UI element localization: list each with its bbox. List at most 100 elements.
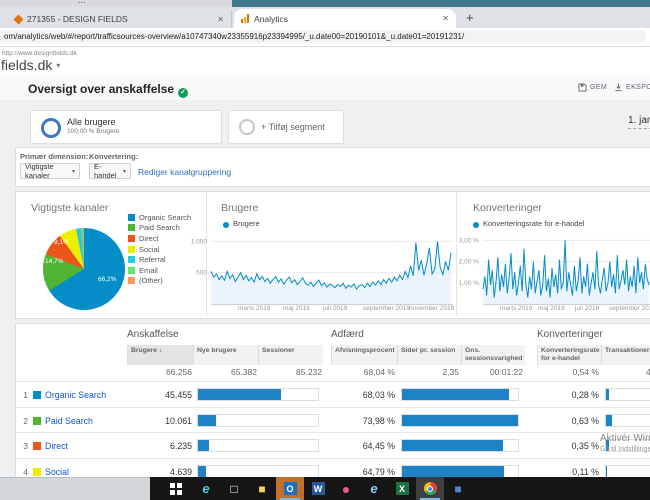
column-header-conversion-rate[interactable]: Konverteringsrate for e-handel [537, 345, 601, 365]
legend-color-swatch [128, 235, 135, 242]
close-tab-icon[interactable]: ✕ [442, 14, 449, 23]
outlook-icon[interactable]: O [276, 477, 304, 500]
users-bar [197, 388, 319, 401]
screen: ... 271355 - DESIGN FIELDS ✕ Analytics ✕… [0, 0, 650, 500]
new-tab-button[interactable]: + [466, 10, 474, 25]
group-header-behavior: Adfærd [331, 329, 364, 340]
x-axis-tick-label: juli 2019 [323, 305, 347, 312]
conversion-rate-bar [605, 414, 650, 427]
table-row[interactable]: 1 Organic Search 45.455 68,03 % 0,28 % [16, 381, 650, 408]
total-sessions: 85.232 [260, 367, 322, 377]
users-line-chart[interactable]: 500 1.000 [181, 230, 453, 306]
legend-color-swatch [128, 246, 135, 253]
dimension-bar: Primær dimension: Vigtigste kanaler▾ Kon… [15, 147, 650, 187]
property-selector[interactable]: fields.dk ▾ [1, 57, 60, 73]
add-segment-button[interactable]: + Tilføj segment [228, 110, 344, 144]
x-axis-tick-label: marts 2019 [500, 305, 533, 312]
edit-channel-grouping-link[interactable]: Rediger kanalgruppering [138, 167, 231, 177]
legend-dot-icon [473, 222, 479, 228]
column-header-bounce-rate[interactable]: Afvisningsprocent [331, 345, 397, 365]
conversion-rate-value: 0,28 % [535, 390, 599, 400]
tab-title: 271355 - DESIGN FIELDS [27, 14, 212, 24]
total-pages-per-session: 2,35 [397, 367, 459, 377]
channels-table: Anskaffelse Adfærd Konverteringer Bruger… [15, 323, 650, 500]
users-bar [197, 414, 319, 427]
total-session-duration: 00:01:22 [461, 367, 523, 377]
total-users: 66.256 [129, 367, 192, 377]
close-tab-icon[interactable]: ✕ [217, 15, 224, 24]
conversion-rate-value: 0,11 % [535, 467, 599, 477]
start-button[interactable] [164, 477, 192, 500]
svg-text:1.000: 1.000 [191, 238, 208, 245]
download-icon [614, 83, 623, 92]
address-bar[interactable]: om/analytics/web/#/report/trafficsources… [0, 30, 646, 43]
add-segment-circle-icon [239, 119, 255, 135]
sort-desc-icon: ↓ [159, 347, 162, 354]
date-range-selector[interactable]: 1. jan [628, 115, 650, 129]
segment-detail: 100,00 % Brugere [67, 128, 119, 135]
channel-color-swatch [33, 391, 41, 399]
column-header-transactions[interactable]: Transaktioner [601, 345, 650, 365]
save-button[interactable]: GEM [578, 83, 607, 92]
legend-color-swatch [128, 277, 135, 284]
bounce-rate-bar [401, 388, 519, 401]
channel-link[interactable]: Social [45, 467, 69, 477]
dimension-dropdown[interactable]: Vigtigste kanaler▾ [20, 163, 80, 179]
group-header-acquisition: Anskaffelse [127, 329, 179, 340]
column-header-users[interactable]: Brugere ↓ [127, 345, 193, 365]
legend-label: Paid Search [139, 223, 180, 232]
users-bar [197, 439, 319, 452]
ie-icon[interactable]: e [360, 477, 388, 500]
app-icon[interactable]: ■ [444, 477, 472, 500]
tab-design-fields[interactable]: 271355 - DESIGN FIELDS ✕ [8, 10, 232, 28]
file-explorer-icon[interactable]: ■ [248, 477, 276, 500]
background-window-title: ... [78, 0, 86, 2]
pie-chart-title: Vigtigste kanaler [31, 202, 108, 214]
photos-icon[interactable]: ● [332, 477, 360, 500]
legend-color-swatch [128, 267, 135, 274]
export-button[interactable]: EKSPORT [614, 83, 650, 92]
pie-slice-label: 66,2% [98, 276, 116, 283]
conversion-rate-line-chart[interactable]: 1,00 % 2,00 % 3,00 % [457, 232, 650, 306]
watermark-title: Aktivér Windows [600, 433, 650, 444]
channel-color-swatch [33, 417, 41, 425]
background-window-strip: ... [0, 0, 232, 7]
analytics-logo-icon [241, 14, 249, 23]
users-value: 45.455 [129, 390, 192, 400]
total-new-users: 65.382 [195, 367, 257, 377]
bounce-rate-value: 64,79 % [331, 467, 395, 477]
column-header-pages-per-session[interactable]: Sider pr. session [397, 345, 461, 365]
total-transactions: 4 [646, 367, 650, 377]
svg-text:2,00 %: 2,00 % [459, 259, 479, 266]
channel-link[interactable]: Direct [45, 441, 68, 451]
channel-link[interactable]: Paid Search [45, 416, 93, 426]
users-bar [197, 465, 319, 478]
column-header-sessions[interactable]: Sessioner [258, 345, 323, 365]
table-row[interactable]: 2 Paid Search 10.061 73,98 % 0,63 % [16, 407, 650, 434]
conversion-label: Konvertering: [89, 152, 138, 161]
tab-title: Analytics [254, 14, 437, 24]
excel-icon[interactable]: X [388, 477, 416, 500]
primary-dimension-label: Primær dimension: [20, 152, 88, 161]
users-chart-title: Brugere [221, 202, 258, 214]
segment-all-users[interactable]: Alle brugere 100,00 % Brugere [30, 110, 222, 144]
column-header-session-duration[interactable]: Gns. sessionsvarighed [461, 345, 525, 365]
table-row[interactable]: 3 Direct 6.235 64,45 % 0,35 % [16, 432, 650, 459]
svg-text:3,00 %: 3,00 % [459, 237, 479, 244]
x-axis-tick-label: september 2019 [363, 305, 410, 312]
conversion-legend-label: Konverteringsrate for e-handel [483, 219, 584, 228]
row-rank: 2 [16, 416, 28, 426]
svg-text:500: 500 [196, 270, 207, 277]
word-icon[interactable]: W [304, 477, 332, 500]
bounce-rate-value: 64,45 % [331, 441, 395, 451]
svg-text:1,00 %: 1,00 % [459, 280, 479, 287]
column-header-new-users[interactable]: Nye brugere [193, 345, 258, 365]
tab-analytics[interactable]: Analytics ✕ [234, 9, 456, 28]
group-header-conversions: Konverteringer [537, 329, 603, 340]
channel-link[interactable]: Organic Search [45, 390, 106, 400]
conversion-dropdown[interactable]: E-handel▾ [89, 163, 131, 179]
chrome-icon[interactable] [416, 477, 444, 500]
legend-label: Referral [139, 255, 166, 264]
store-icon[interactable]: □ [220, 477, 248, 500]
edge-icon[interactable]: e [192, 477, 220, 500]
